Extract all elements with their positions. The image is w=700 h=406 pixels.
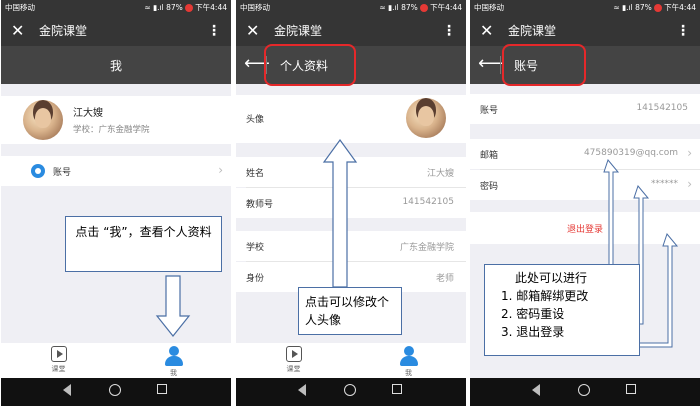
callout-item: 3. 退出登录 bbox=[501, 325, 565, 339]
recents-square-icon bbox=[157, 384, 167, 394]
phone-profile-screen: 中国移动 ≈ ▮.ıl 87% 下午4:44 ✕ 金院课堂 ⋮ ⟵ 个人资料 头… bbox=[236, 0, 466, 406]
system-navbar bbox=[470, 378, 700, 406]
callout-item: 2. 密码重设 bbox=[501, 307, 565, 321]
nav-back-button[interactable] bbox=[532, 384, 548, 400]
back-triangle-icon bbox=[63, 384, 71, 396]
nav-back-button[interactable] bbox=[63, 384, 79, 400]
tab-me[interactable]: 我 bbox=[351, 343, 466, 378]
tab-course-label: 课堂 bbox=[51, 365, 66, 373]
system-navbar bbox=[1, 378, 231, 406]
nav-recents-button[interactable] bbox=[626, 384, 642, 400]
nav-back-button[interactable] bbox=[298, 384, 314, 400]
phone-me-screen: 中国移动 ≈ ▮.ıl 87% 下午4:44 ✕ 金院课堂 ⋮ 我 江大嫂 学校… bbox=[1, 0, 231, 406]
callout-edit-avatar: 点击可以修改个人头像 bbox=[298, 287, 402, 335]
phone-account-screen: 中国移动 ≈ ▮.ıl 87% 下午4:44 ✕ 金院课堂 ⋮ ⟵ 账号 账号 … bbox=[470, 0, 700, 406]
nav-recents-button[interactable] bbox=[157, 384, 173, 400]
tab-bar: 课堂 我 bbox=[1, 343, 231, 378]
nav-home-button[interactable] bbox=[344, 384, 360, 400]
callout-item: 1. 邮箱解绑更改 bbox=[501, 289, 589, 303]
home-circle-icon bbox=[344, 384, 356, 396]
person-icon bbox=[399, 346, 419, 366]
callout-title: 此处可以进行 bbox=[515, 271, 588, 285]
nav-recents-button[interactable] bbox=[392, 384, 408, 400]
tab-me[interactable]: 我 bbox=[116, 343, 231, 378]
recents-square-icon bbox=[626, 384, 636, 394]
tutorial-screenshot: 中国移动 ≈ ▮.ıl 87% 下午4:44 ✕ 金院课堂 ⋮ 我 江大嫂 学校… bbox=[0, 0, 700, 406]
home-circle-icon bbox=[578, 384, 590, 396]
callout-account-actions: 此处可以进行 1. 邮箱解绑更改 2. 密码重设 3. 退出登录 bbox=[484, 264, 640, 356]
down-arrow-shape bbox=[155, 275, 191, 337]
home-circle-icon bbox=[109, 384, 121, 396]
tab-me-label: 我 bbox=[170, 369, 177, 377]
back-triangle-icon bbox=[298, 384, 306, 396]
tab-me-label: 我 bbox=[405, 369, 412, 377]
nav-home-button[interactable] bbox=[109, 384, 125, 400]
person-icon bbox=[164, 346, 184, 366]
play-box-icon bbox=[50, 346, 67, 362]
up-arrow-shape bbox=[322, 138, 358, 288]
tab-course-label: 课堂 bbox=[286, 365, 301, 373]
recents-square-icon bbox=[392, 384, 402, 394]
play-box-icon bbox=[285, 346, 302, 362]
system-navbar bbox=[236, 378, 466, 406]
nav-home-button[interactable] bbox=[578, 384, 594, 400]
back-triangle-icon bbox=[532, 384, 540, 396]
tab-bar: 课堂 我 bbox=[236, 343, 466, 378]
callout-text: 点击可以修改个人头像 bbox=[305, 295, 390, 327]
tab-course[interactable]: 课堂 bbox=[1, 343, 116, 378]
tab-course[interactable]: 课堂 bbox=[236, 343, 351, 378]
